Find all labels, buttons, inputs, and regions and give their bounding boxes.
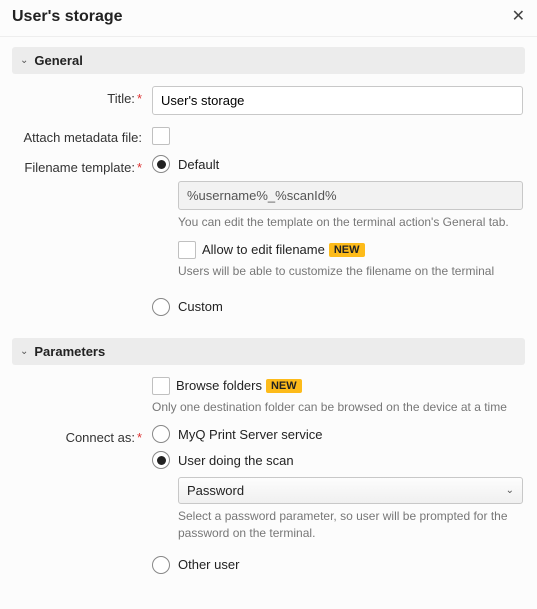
radio-row-custom[interactable]: Custom — [152, 298, 523, 316]
radio-custom[interactable] — [152, 298, 170, 316]
checkbox-row-browse: Browse folders NEW — [152, 377, 523, 395]
password-hint: Select a password parameter, so user wil… — [178, 508, 523, 542]
radio-default-label: Default — [178, 157, 219, 172]
radio-row-service[interactable]: MyQ Print Server service — [152, 425, 523, 443]
template-hint: You can edit the template on the termina… — [178, 214, 523, 231]
browse-folders-checkbox[interactable] — [152, 377, 170, 395]
label-connect-as: Connect as:* — [12, 425, 152, 574]
label-title: Title:* — [12, 86, 152, 115]
dialog-content: ⌄ General Title:* Attach metadata file: … — [0, 37, 537, 574]
section-title-general: General — [34, 53, 82, 68]
section-header-parameters[interactable]: ⌄ Parameters — [12, 338, 525, 365]
template-readonly-input — [178, 181, 523, 210]
section-header-general[interactable]: ⌄ General — [12, 47, 525, 74]
allow-edit-checkbox[interactable] — [178, 241, 196, 259]
radio-default[interactable] — [152, 155, 170, 173]
row-filename-template: Filename template:* Default You can edit… — [12, 155, 525, 324]
row-allow-edit: Allow to edit filename NEW — [178, 241, 523, 259]
section-title-parameters: Parameters — [34, 344, 105, 359]
allow-edit-hint: Users will be able to customize the file… — [178, 263, 523, 280]
dialog-header: User's storage ✕ — [0, 0, 537, 37]
required-mark: * — [137, 160, 142, 175]
radio-user-scan-label: User doing the scan — [178, 453, 294, 468]
row-attach-metadata: Attach metadata file: — [12, 125, 525, 145]
new-badge: NEW — [329, 243, 365, 257]
chevron-down-icon: ⌄ — [20, 55, 28, 66]
chevron-down-icon: ⌄ — [20, 346, 28, 357]
allow-edit-label: Allow to edit filename — [202, 242, 325, 257]
radio-service-label: MyQ Print Server service — [178, 427, 322, 442]
radio-other-user-label: Other user — [178, 557, 239, 572]
radio-other-user[interactable] — [152, 556, 170, 574]
attach-metadata-checkbox[interactable] — [152, 127, 170, 145]
browse-hint: Only one destination folder can be brows… — [152, 399, 523, 416]
required-mark: * — [137, 91, 142, 106]
title-input[interactable] — [152, 86, 523, 115]
new-badge: NEW — [266, 379, 302, 393]
close-icon[interactable]: ✕ — [512, 9, 525, 25]
label-filename-template: Filename template:* — [12, 155, 152, 324]
radio-custom-label: Custom — [178, 299, 223, 314]
label-attach-metadata: Attach metadata file: — [12, 125, 152, 145]
label-empty — [12, 377, 152, 416]
radio-row-default[interactable]: Default — [152, 155, 523, 173]
radio-user-scan[interactable] — [152, 451, 170, 469]
radio-row-user-scan[interactable]: User doing the scan — [152, 451, 523, 469]
password-select-value: Password — [187, 483, 244, 498]
row-title: Title:* — [12, 86, 525, 115]
radio-row-other-user[interactable]: Other user — [152, 556, 523, 574]
row-browse-folders: Browse folders NEW Only one destination … — [12, 377, 525, 416]
browse-folders-label: Browse folders — [176, 378, 262, 393]
radio-service[interactable] — [152, 425, 170, 443]
row-connect-as: Connect as:* MyQ Print Server service Us… — [12, 425, 525, 574]
chevron-down-icon: ⌄ — [506, 485, 514, 496]
password-select[interactable]: Password ⌄ — [178, 477, 523, 504]
required-mark: * — [137, 430, 142, 445]
dialog-title: User's storage — [12, 8, 123, 26]
